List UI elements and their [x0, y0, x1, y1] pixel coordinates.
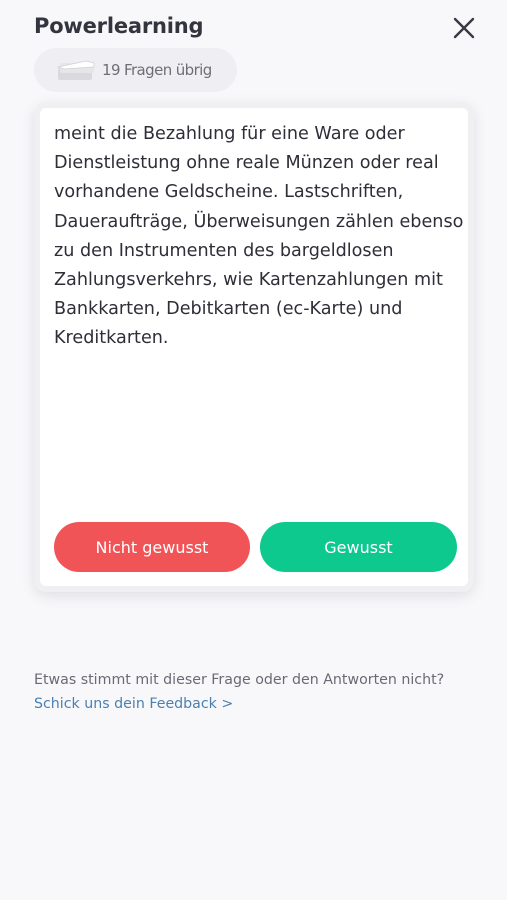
feedback-link[interactable]: Schick uns dein Feedback >	[34, 696, 233, 712]
remaining-questions-label: 19 Fragen übrig	[102, 61, 212, 79]
known-button[interactable]: Gewusst	[260, 522, 457, 572]
flashcard: meint die Bezahlung für eine Ware oder D…	[34, 102, 474, 592]
page-title: Powerlearning	[34, 14, 204, 38]
close-button[interactable]	[450, 14, 478, 42]
feedback-question: Etwas stimmt mit dieser Frage oder den A…	[34, 672, 445, 688]
close-icon	[453, 17, 475, 39]
not-known-button[interactable]: Nicht gewusst	[54, 522, 250, 572]
progress-stack-icon	[56, 57, 96, 83]
flashcard-answer-text: meint die Bezahlung für eine Ware oder D…	[54, 124, 464, 349]
powerlearning-screen: Powerlearning 19 Fragen übrig meint die …	[0, 0, 507, 900]
remaining-questions-badge: 19 Fragen übrig	[34, 48, 237, 92]
